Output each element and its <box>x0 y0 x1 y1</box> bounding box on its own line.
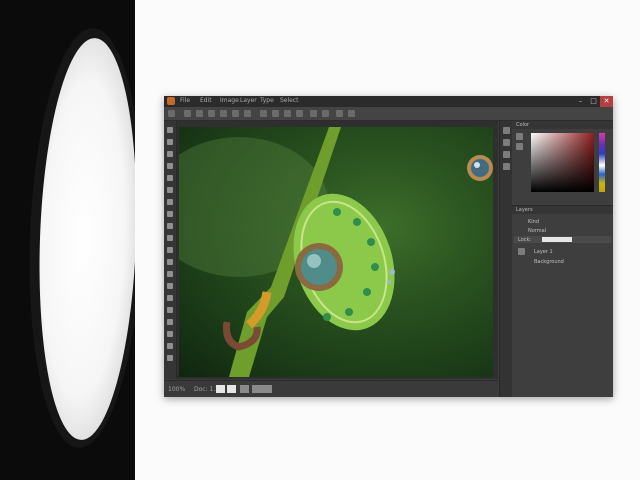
app-logo-icon[interactable] <box>167 97 175 105</box>
status-bar: 100% Doc: 1.2M <box>164 380 498 397</box>
path-select-icon[interactable] <box>167 319 173 325</box>
swatch-icon[interactable] <box>216 385 225 393</box>
background-color-icon[interactable] <box>516 143 523 150</box>
close-button[interactable]: ✕ <box>600 96 613 107</box>
blend-mode-label: Normal <box>528 228 547 234</box>
brush-icon[interactable] <box>167 211 173 217</box>
menu-type[interactable]: Type <box>260 97 275 105</box>
shape-icon[interactable] <box>167 331 173 337</box>
character-icon[interactable] <box>503 163 510 170</box>
option-icon[interactable] <box>220 110 227 117</box>
gradient-icon[interactable] <box>167 259 173 265</box>
dew-bead <box>367 238 375 246</box>
blend-mode-row[interactable]: Normal <box>514 227 611 234</box>
option-icon[interactable] <box>322 110 329 117</box>
menu-edit[interactable]: Edit <box>200 97 215 105</box>
visibility-eye-icon[interactable] <box>518 248 525 255</box>
option-icon[interactable] <box>272 110 279 117</box>
status-chip[interactable] <box>240 385 249 393</box>
zoom-icon[interactable] <box>167 355 173 361</box>
dew-bead <box>363 288 371 296</box>
water-droplet <box>389 269 395 275</box>
status-chip[interactable] <box>252 385 272 393</box>
color-panel-header: Color <box>512 121 613 129</box>
eyedropper-icon[interactable] <box>167 187 173 193</box>
marquee-icon[interactable] <box>167 139 173 145</box>
maximize-button[interactable]: □ <box>587 96 600 107</box>
option-icon[interactable] <box>336 110 343 117</box>
lock-label: Lock: <box>518 237 532 243</box>
dew-drop <box>301 249 337 285</box>
foreground-color-icon[interactable] <box>516 133 523 140</box>
menu-image[interactable]: Image <box>220 97 239 105</box>
image-canvas[interactable] <box>179 127 493 377</box>
tools-panel <box>164 121 177 379</box>
layer-name: Layer 1 <box>534 249 553 255</box>
option-icon[interactable] <box>296 110 303 117</box>
healing-icon[interactable] <box>167 199 173 205</box>
tab-layers[interactable]: Layers <box>516 207 546 213</box>
type-icon[interactable] <box>167 307 173 313</box>
menu-file[interactable]: File <box>180 97 195 105</box>
layers-panel-header: Layers <box>512 206 613 214</box>
dew-bead <box>353 218 361 226</box>
menu-layer[interactable]: Layer <box>240 97 257 105</box>
layer-filter-row[interactable]: Kind <box>514 218 611 225</box>
hand-icon[interactable] <box>167 343 173 349</box>
macro-photo <box>179 127 395 377</box>
properties-icon[interactable] <box>503 139 510 146</box>
floating-dew-drop <box>467 155 493 181</box>
option-icon[interactable] <box>208 110 215 117</box>
hue-slider[interactable] <box>599 133 605 192</box>
eraser-icon[interactable] <box>167 247 173 253</box>
lock-row[interactable]: Lock: <box>514 236 611 243</box>
water-droplet <box>387 280 391 284</box>
color-picker-field[interactable] <box>531 133 594 192</box>
layer-filter-label: Kind <box>528 219 540 225</box>
right-panels: Color Layers Kind Normal Lock: Layer 1 B… <box>512 121 613 397</box>
move-icon[interactable] <box>167 127 173 133</box>
layer-row[interactable]: Layer 1 <box>514 248 611 255</box>
layer-row[interactable]: Background <box>514 258 611 265</box>
options-bar <box>164 107 613 121</box>
wand-icon[interactable] <box>167 163 173 169</box>
crop-icon[interactable] <box>167 175 173 181</box>
option-icon[interactable] <box>184 110 191 117</box>
opacity-field[interactable] <box>542 237 572 242</box>
image-editor-window: File Edit Image Layer Type Select – □ ✕ <box>164 96 613 397</box>
dew-bead <box>333 208 341 216</box>
layer-name: Background <box>534 259 564 265</box>
option-icon[interactable] <box>260 110 267 117</box>
stamp-icon[interactable] <box>167 223 173 229</box>
document-area <box>177 121 498 379</box>
dew-highlight <box>307 254 321 268</box>
lasso-icon[interactable] <box>167 151 173 157</box>
option-icon[interactable] <box>348 110 355 117</box>
dew-bead <box>323 313 331 321</box>
panel-icon-strip <box>499 121 513 397</box>
swatch-icon[interactable] <box>227 385 236 393</box>
menu-bar: File Edit Image Layer Type Select – □ ✕ <box>164 96 613 107</box>
dodge-icon[interactable] <box>167 283 173 289</box>
menu-select[interactable]: Select <box>280 97 299 105</box>
zoom-level[interactable]: 100% <box>168 386 192 393</box>
history-icon[interactable] <box>503 127 510 134</box>
dew-bead <box>371 263 379 271</box>
option-icon[interactable] <box>232 110 239 117</box>
tab-color[interactable]: Color <box>516 122 546 128</box>
option-icon[interactable] <box>284 110 291 117</box>
minimize-button[interactable]: – <box>574 96 587 107</box>
blur-icon[interactable] <box>167 271 173 277</box>
option-icon[interactable] <box>310 110 317 117</box>
option-icon[interactable] <box>244 110 251 117</box>
tool-preset-icon[interactable] <box>168 110 175 117</box>
history-brush-icon[interactable] <box>167 235 173 241</box>
dew-bead <box>345 308 353 316</box>
brush-settings-icon[interactable] <box>503 151 510 158</box>
pen-icon[interactable] <box>167 295 173 301</box>
option-icon[interactable] <box>196 110 203 117</box>
